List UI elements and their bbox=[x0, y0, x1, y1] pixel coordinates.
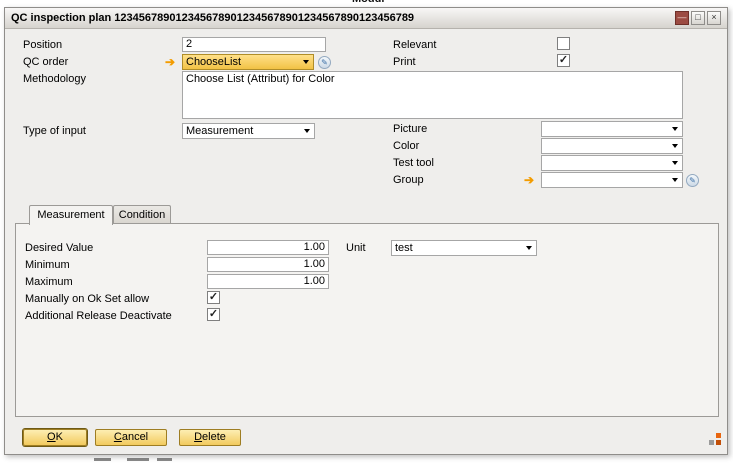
group-link-arrow-icon[interactable]: ➔ bbox=[524, 174, 534, 187]
additional-release-deactivate-label: Additional Release Deactivate bbox=[25, 309, 172, 324]
desired-value-input[interactable]: 1.00 bbox=[207, 240, 329, 255]
relevant-checkbox[interactable] bbox=[557, 37, 570, 50]
cancel-button-label: Cancel bbox=[96, 430, 166, 444]
additional-release-deactivate-checkbox[interactable]: ✓ bbox=[207, 308, 220, 321]
maximum-label: Maximum bbox=[25, 275, 73, 290]
dropdown-arrow-icon[interactable] bbox=[300, 125, 313, 137]
color-label: Color bbox=[393, 139, 419, 154]
position-label: Position bbox=[23, 38, 62, 53]
window-title: QC inspection plan 123456789012345678901… bbox=[11, 8, 414, 28]
type-of-input-select[interactable]: Measurement bbox=[182, 123, 315, 139]
methodology-textarea[interactable]: Choose List (Attribut) for Color bbox=[182, 71, 683, 119]
resize-grip-icon[interactable] bbox=[709, 433, 721, 445]
desired-value-label: Desired Value bbox=[25, 241, 93, 256]
dropdown-arrow-icon[interactable] bbox=[522, 242, 535, 254]
delete-button-label: Delete bbox=[180, 430, 240, 444]
dropdown-arrow-icon[interactable] bbox=[299, 56, 312, 68]
tab-measurement[interactable]: Measurement bbox=[29, 205, 113, 225]
qc-order-edit-icon[interactable]: ✎ bbox=[318, 56, 331, 69]
check-icon: ✓ bbox=[209, 291, 218, 303]
maximum-input[interactable]: 1.00 bbox=[207, 274, 329, 289]
test-tool-label: Test tool bbox=[393, 156, 434, 171]
check-icon: ✓ bbox=[209, 308, 218, 320]
minimum-input[interactable]: 1.00 bbox=[207, 257, 329, 272]
position-input[interactable]: 2 bbox=[182, 37, 326, 52]
relevant-label: Relevant bbox=[393, 38, 436, 53]
dropdown-arrow-icon[interactable] bbox=[668, 140, 681, 152]
group-edit-icon[interactable]: ✎ bbox=[686, 174, 699, 187]
close-button[interactable]: × bbox=[707, 11, 721, 25]
print-label: Print bbox=[393, 55, 416, 70]
tab-condition[interactable]: Condition bbox=[113, 205, 171, 224]
background-fragment bbox=[94, 458, 111, 461]
manually-on-ok-set-allow-label: Manually on Ok Set allow bbox=[25, 292, 149, 307]
maximize-button[interactable]: □ bbox=[691, 11, 705, 25]
delete-button[interactable]: Delete bbox=[179, 429, 241, 446]
manually-on-ok-set-allow-checkbox[interactable]: ✓ bbox=[207, 291, 220, 304]
qc-order-select[interactable]: ChooseList bbox=[182, 54, 314, 70]
background-fragment bbox=[127, 458, 149, 461]
test-tool-select[interactable] bbox=[541, 155, 683, 171]
qc-order-link-arrow-icon[interactable]: ➔ bbox=[165, 56, 175, 69]
ok-button[interactable]: OK bbox=[23, 429, 87, 446]
unit-label: Unit bbox=[346, 241, 366, 256]
title-bar[interactable]: QC inspection plan 123456789012345678901… bbox=[5, 8, 727, 29]
background-fragment bbox=[157, 458, 172, 461]
background-cropped-text: Modul bbox=[352, 0, 398, 5]
group-label: Group bbox=[393, 173, 424, 188]
group-select[interactable] bbox=[541, 172, 683, 188]
dropdown-arrow-icon[interactable] bbox=[668, 123, 681, 135]
type-of-input-label: Type of input bbox=[23, 124, 86, 139]
print-checkbox[interactable]: ✓ bbox=[557, 54, 570, 67]
picture-label: Picture bbox=[393, 122, 427, 137]
dropdown-arrow-icon[interactable] bbox=[668, 157, 681, 169]
ok-button-label: OK bbox=[24, 430, 86, 444]
unit-value: test bbox=[395, 241, 413, 255]
color-select[interactable] bbox=[541, 138, 683, 154]
picture-select[interactable] bbox=[541, 121, 683, 137]
methodology-label: Methodology bbox=[23, 72, 86, 87]
minimize-button[interactable]: — bbox=[675, 11, 689, 25]
minimum-label: Minimum bbox=[25, 258, 70, 273]
qc-inspection-plan-dialog: QC inspection plan 123456789012345678901… bbox=[4, 7, 728, 455]
check-icon: ✓ bbox=[559, 54, 568, 66]
cancel-button[interactable]: Cancel bbox=[95, 429, 167, 446]
unit-select[interactable]: test bbox=[391, 240, 537, 256]
screen: Modul QC inspection plan 123456789012345… bbox=[0, 0, 733, 466]
background-window-fragment: Modul bbox=[352, 0, 398, 6]
type-of-input-value: Measurement bbox=[186, 124, 253, 138]
dropdown-arrow-icon[interactable] bbox=[668, 174, 681, 186]
qc-order-value: ChooseList bbox=[186, 55, 241, 69]
qc-order-label: QC order bbox=[23, 55, 68, 70]
